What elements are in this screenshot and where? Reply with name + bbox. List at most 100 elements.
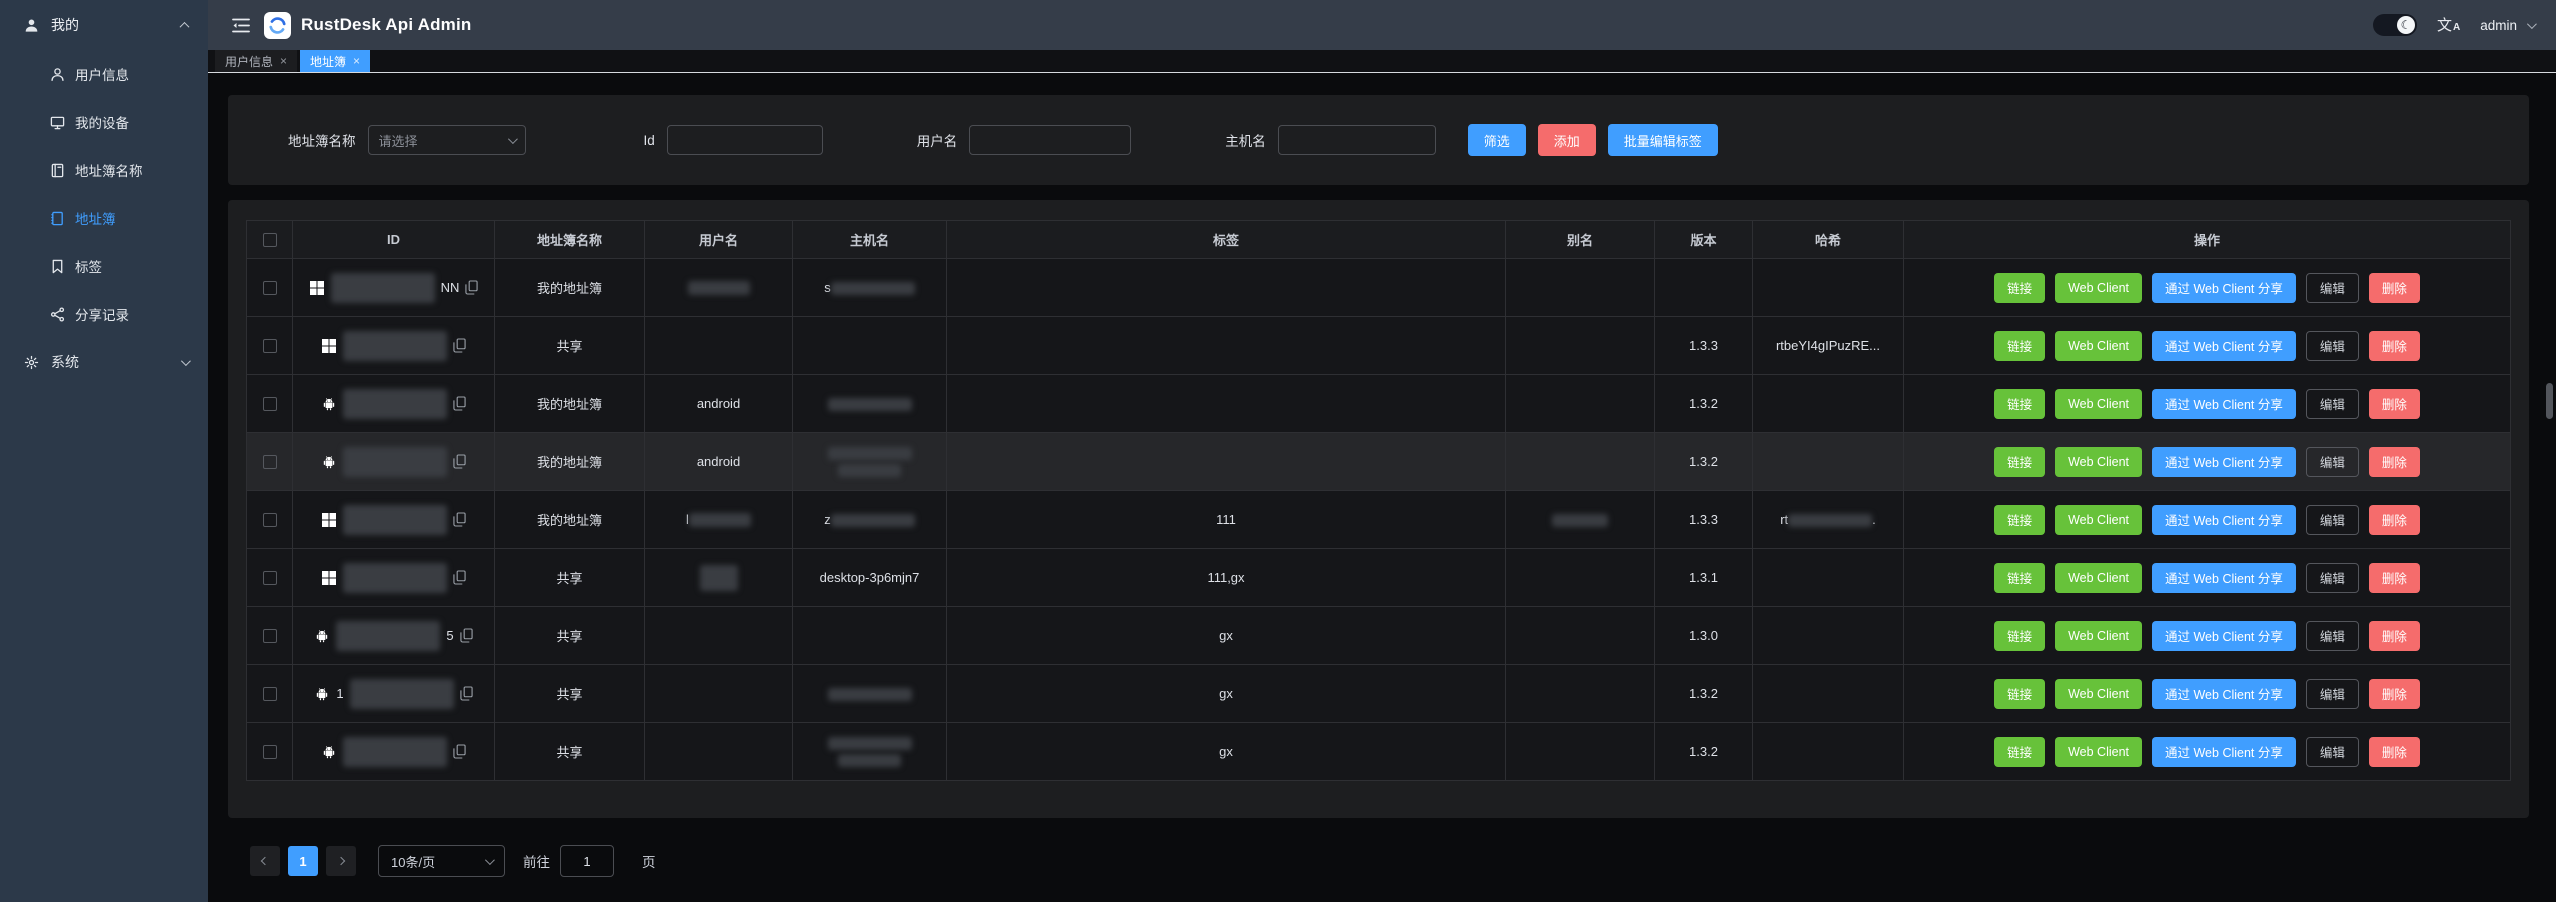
share-via-web-client-button[interactable]: 通过 Web Client 分享 [2152,505,2296,535]
web-client-button[interactable]: Web Client [2055,737,2142,767]
web-client-button[interactable]: Web Client [2055,621,2142,651]
table-row[interactable]: 共享desktop-3p6mjn7111,gx1.3.1链接Web Client… [247,549,2511,607]
delete-button[interactable]: 删除 [2369,737,2420,767]
link-button[interactable]: 链接 [1994,447,2045,477]
tab-addressbook[interactable]: 地址簿 × [300,50,370,72]
row-checkbox[interactable] [263,339,277,353]
share-via-web-client-button[interactable]: 通过 Web Client 分享 [2152,621,2296,651]
delete-button[interactable]: 删除 [2369,331,2420,361]
delete-button[interactable]: 删除 [2369,389,2420,419]
delete-button[interactable]: 删除 [2369,679,2420,709]
table-row[interactable]: 1共享gx1.3.2链接Web Client通过 Web Client 分享编辑… [247,665,2511,723]
edit-button[interactable]: 编辑 [2306,273,2359,303]
edit-button[interactable]: 编辑 [2306,621,2359,651]
edit-button[interactable]: 编辑 [2306,737,2359,767]
edit-button[interactable]: 编辑 [2306,679,2359,709]
table-row[interactable]: 我的地址簿android1.3.2链接Web Client通过 Web Clie… [247,433,2511,491]
web-client-button[interactable]: Web Client [2055,563,2142,593]
username-input[interactable] [969,125,1131,155]
edit-button[interactable]: 编辑 [2306,389,2359,419]
sidebar-item-tags[interactable]: 标签 [0,242,208,290]
share-via-web-client-button[interactable]: 通过 Web Client 分享 [2152,331,2296,361]
copy-icon[interactable] [453,744,466,759]
delete-button[interactable]: 删除 [2369,447,2420,477]
copy-icon[interactable] [453,396,466,411]
row-checkbox[interactable] [263,513,277,527]
sidebar-item-my-devices[interactable]: 我的设备 [0,98,208,146]
sidebar-item-share-records[interactable]: 分享记录 [0,290,208,338]
link-button[interactable]: 链接 [1994,621,2045,651]
next-page-button[interactable] [326,846,356,876]
tab-user-info[interactable]: 用户信息 × [215,50,297,72]
edit-button[interactable]: 编辑 [2306,505,2359,535]
sidebar-group-system[interactable]: 系统 [0,338,208,386]
table-row[interactable]: NN我的地址簿s链接Web Client通过 Web Client 分享编辑删除 [247,259,2511,317]
row-checkbox[interactable] [263,629,277,643]
row-checkbox[interactable] [263,571,277,585]
row-checkbox[interactable] [263,687,277,701]
edit-button[interactable]: 编辑 [2306,563,2359,593]
sidebar-item-user-info[interactable]: 用户信息 [0,50,208,98]
delete-button[interactable]: 删除 [2369,273,2420,303]
copy-icon[interactable] [460,686,473,701]
table-row[interactable]: 我的地址簿lz1111.3.3rt.链接Web Client通过 Web Cli… [247,491,2511,549]
sidebar-item-addressbook-names[interactable]: 地址簿名称 [0,146,208,194]
link-button[interactable]: 链接 [1994,273,2045,303]
link-button[interactable]: 链接 [1994,331,2045,361]
prev-page-button[interactable] [250,846,280,876]
share-via-web-client-button[interactable]: 通过 Web Client 分享 [2152,563,2296,593]
page-size-select[interactable]: 10条/页 [378,845,505,877]
addressbook-name-select[interactable]: 请选择 [368,125,526,155]
web-client-button[interactable]: Web Client [2055,331,2142,361]
web-client-button[interactable]: Web Client [2055,505,2142,535]
goto-page-input[interactable] [560,845,614,877]
user-menu[interactable]: admin [2480,18,2534,33]
row-checkbox[interactable] [263,281,277,295]
close-icon[interactable]: × [280,55,287,67]
edit-button[interactable]: 编辑 [2306,331,2359,361]
edit-button[interactable]: 编辑 [2306,447,2359,477]
sidebar-item-addressbook[interactable]: 地址簿 [0,194,208,242]
web-client-button[interactable]: Web Client [2055,389,2142,419]
share-via-web-client-button[interactable]: 通过 Web Client 分享 [2152,679,2296,709]
link-button[interactable]: 链接 [1994,505,2045,535]
scrollbar-thumb[interactable] [2546,383,2553,419]
sidebar-group-my[interactable]: 我的 [0,0,208,50]
share-via-web-client-button[interactable]: 通过 Web Client 分享 [2152,389,2296,419]
row-checkbox[interactable] [263,397,277,411]
table-row[interactable]: 5共享gx1.3.0链接Web Client通过 Web Client 分享编辑… [247,607,2511,665]
share-via-web-client-button[interactable]: 通过 Web Client 分享 [2152,737,2296,767]
copy-icon[interactable] [460,628,473,643]
copy-icon[interactable] [453,512,466,527]
copy-icon[interactable] [453,338,466,353]
dark-mode-toggle[interactable]: ☾ [2373,14,2417,36]
copy-icon[interactable] [465,280,478,295]
hostname-input[interactable] [1278,125,1436,155]
add-button[interactable]: 添加 [1538,124,1596,156]
share-via-web-client-button[interactable]: 通过 Web Client 分享 [2152,273,2296,303]
web-client-button[interactable]: Web Client [2055,447,2142,477]
web-client-button[interactable]: Web Client [2055,679,2142,709]
copy-icon[interactable] [453,570,466,585]
batch-edit-tags-button[interactable]: 批量编辑标签 [1608,124,1718,156]
copy-icon[interactable] [453,454,466,469]
delete-button[interactable]: 删除 [2369,563,2420,593]
id-input[interactable] [667,125,823,155]
delete-button[interactable]: 删除 [2369,621,2420,651]
web-client-button[interactable]: Web Client [2055,273,2142,303]
link-button[interactable]: 链接 [1994,679,2045,709]
link-button[interactable]: 链接 [1994,737,2045,767]
language-icon[interactable]: 文A [2437,18,2460,33]
delete-button[interactable]: 删除 [2369,505,2420,535]
menu-fold-icon[interactable] [232,18,250,33]
page-number[interactable]: 1 [288,846,318,876]
row-checkbox[interactable] [263,745,277,759]
close-icon[interactable]: × [353,55,360,67]
link-button[interactable]: 链接 [1994,563,2045,593]
table-row[interactable]: 共享gx1.3.2链接Web Client通过 Web Client 分享编辑删… [247,723,2511,781]
filter-button[interactable]: 筛选 [1468,124,1526,156]
share-via-web-client-button[interactable]: 通过 Web Client 分享 [2152,447,2296,477]
table-row[interactable]: 共享1.3.3rtbeYI4gIPuzRE...链接Web Client通过 W… [247,317,2511,375]
row-checkbox[interactable] [263,455,277,469]
select-all-checkbox[interactable] [263,233,277,247]
